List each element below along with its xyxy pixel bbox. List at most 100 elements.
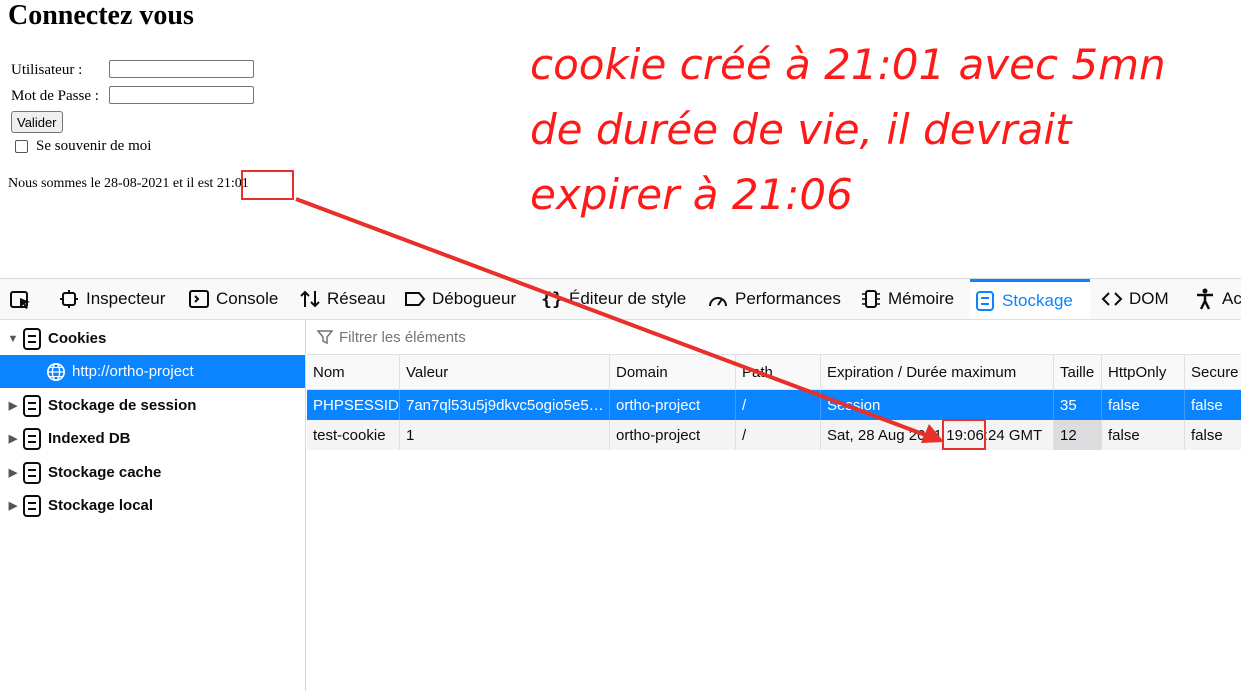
tree-item-cache-storage[interactable]: ▶ Stockage cache xyxy=(0,456,305,489)
inspector-icon xyxy=(58,288,80,310)
tab-label: Réseau xyxy=(327,289,386,308)
storage-icon xyxy=(22,394,42,417)
devtools-tabbar: Inspecteur Console Réseau Débogueur {} É… xyxy=(0,279,1241,320)
element-picker-icon[interactable] xyxy=(8,289,34,311)
column-header-httponly[interactable]: HttpOnly xyxy=(1102,355,1185,389)
cell-nom: test-cookie xyxy=(307,420,400,450)
cell-httponly: false xyxy=(1102,390,1185,420)
performance-icon xyxy=(707,288,729,310)
tab-accessibilite[interactable]: Ac xyxy=(1190,279,1241,319)
storage-sidebar: ▼ Cookies http://ortho-project ▶ Stockag… xyxy=(0,320,306,691)
filter-bar xyxy=(307,320,1241,355)
tab-label: Ac xyxy=(1222,289,1241,308)
tab-dom[interactable]: DOM xyxy=(1097,279,1173,319)
tree-item-label: Stockage cache xyxy=(48,464,162,481)
memory-icon xyxy=(860,288,882,310)
remember-label: Se souvenir de moi xyxy=(36,138,152,154)
tab-label: Console xyxy=(216,289,279,308)
tab-debogueur[interactable]: Débogueur xyxy=(400,279,520,319)
tab-editeur-de-style[interactable]: {} Éditeur de style xyxy=(537,279,690,319)
current-datetime: Nous sommes le 28-08-2021 et il est 21:0… xyxy=(8,176,249,192)
cell-expiration: Sat, 28 Aug 2021 19:06:24 GMT xyxy=(821,420,1054,450)
table-header: Nom Valeur Domain Path Expiration / Duré… xyxy=(307,355,1241,390)
tree-item-label: http://ortho-project xyxy=(72,363,194,380)
table-row[interactable]: test-cookie 1 ortho-project / Sat, 28 Au… xyxy=(307,420,1241,450)
debugger-icon xyxy=(404,288,426,310)
accessibility-icon xyxy=(1194,288,1216,310)
tab-label: Stockage xyxy=(1002,290,1073,310)
cell-nom: PHPSESSID xyxy=(307,390,400,420)
annotation-text: cookie créé à 21:01 avec 5mn de durée de… xyxy=(530,40,1166,219)
column-header-nom[interactable]: Nom xyxy=(307,355,400,389)
expanded-arrow-icon[interactable]: ▼ xyxy=(4,333,22,345)
style-editor-icon: {} xyxy=(541,288,563,310)
tab-label: DOM xyxy=(1129,289,1169,308)
console-icon xyxy=(188,288,210,310)
tree-item-cookie-host[interactable]: http://ortho-project xyxy=(0,355,305,388)
password-input[interactable] xyxy=(109,86,254,104)
tab-reseau[interactable]: Réseau xyxy=(295,279,390,319)
tree-item-local-storage[interactable]: ▶ Stockage local xyxy=(0,489,305,522)
tab-inspecteur[interactable]: Inspecteur xyxy=(54,279,169,319)
cell-valeur: 7an7ql53u5j9dkvc5ogio5e5… xyxy=(400,390,610,420)
cell-path: / xyxy=(736,420,821,450)
tab-performances[interactable]: Performances xyxy=(703,279,845,319)
date-text: Nous sommes le 28-08-2021 et il est xyxy=(8,176,217,191)
cell-expiration: Session xyxy=(821,390,1054,420)
tab-memoire[interactable]: Mémoire xyxy=(856,279,958,319)
column-header-secure[interactable]: Secure xyxy=(1185,355,1241,389)
collapsed-arrow-icon[interactable]: ▶ xyxy=(4,466,22,479)
storage-icon xyxy=(22,327,42,350)
page-title: Connectez vous xyxy=(8,0,194,31)
tab-label: Éditeur de style xyxy=(569,289,687,308)
column-header-valeur[interactable]: Valeur xyxy=(400,355,610,389)
cookie-table-panel: Nom Valeur Domain Path Expiration / Duré… xyxy=(307,320,1241,691)
cell-taille: 12 xyxy=(1054,420,1102,450)
column-header-domain[interactable]: Domain xyxy=(610,355,736,389)
tree-item-label: Stockage local xyxy=(48,497,154,514)
filter-icon xyxy=(317,330,333,345)
tree-item-cookies[interactable]: ▼ Cookies xyxy=(0,322,305,355)
cell-secure: false xyxy=(1191,426,1223,444)
collapsed-arrow-icon[interactable]: ▶ xyxy=(4,432,22,445)
remember-me[interactable]: Se souvenir de moi xyxy=(15,138,151,155)
collapsed-arrow-icon[interactable]: ▶ xyxy=(4,399,22,412)
user-label: Utilisateur : xyxy=(11,62,83,78)
tree-item-label: Indexed DB xyxy=(48,430,131,447)
storage-icon xyxy=(22,427,42,450)
cell-valeur: 1 xyxy=(400,420,610,450)
filter-input[interactable] xyxy=(337,327,540,347)
cell-domain: ortho-project xyxy=(610,390,736,420)
time-highlight-box xyxy=(241,170,294,200)
remember-checkbox[interactable] xyxy=(15,140,28,153)
devtools-panel: Inspecteur Console Réseau Débogueur {} É… xyxy=(0,278,1241,691)
column-header-expiration[interactable]: Expiration / Durée maximum xyxy=(821,355,1054,389)
collapsed-arrow-icon[interactable]: ▶ xyxy=(4,499,22,512)
cell-httponly: false xyxy=(1102,420,1185,450)
password-label: Mot de Passe : xyxy=(11,88,99,104)
tree-item-session-storage[interactable]: ▶ Stockage de session xyxy=(0,389,305,422)
tab-console[interactable]: Console xyxy=(184,279,282,319)
submit-button[interactable]: Valider xyxy=(11,111,63,133)
cell-taille: 35 xyxy=(1054,390,1102,420)
storage-icon xyxy=(22,461,42,484)
tab-label: Inspecteur xyxy=(86,289,166,308)
globe-icon xyxy=(46,361,66,383)
tree-item-indexed-db[interactable]: ▶ Indexed DB xyxy=(0,422,305,455)
tab-label: Performances xyxy=(735,289,841,308)
table-row[interactable]: PHPSESSID 7an7ql53u5j9dkvc5ogio5e5… orth… xyxy=(307,390,1241,420)
tab-label: Débogueur xyxy=(432,289,517,308)
cell-domain: ortho-project xyxy=(610,420,736,450)
column-header-path[interactable]: Path xyxy=(736,355,821,389)
storage-icon xyxy=(974,290,996,312)
tree-item-label: Cookies xyxy=(48,330,107,347)
storage-icon xyxy=(22,494,42,517)
tab-stockage[interactable]: Stockage xyxy=(970,279,1090,319)
column-header-taille[interactable]: Taille xyxy=(1054,355,1102,389)
expiration-highlight-box xyxy=(942,419,986,450)
tree-item-label: Stockage de session xyxy=(48,397,197,414)
dom-icon xyxy=(1101,288,1123,310)
tab-label: Mémoire xyxy=(888,289,955,308)
user-input[interactable] xyxy=(109,60,254,78)
network-icon xyxy=(299,288,321,310)
